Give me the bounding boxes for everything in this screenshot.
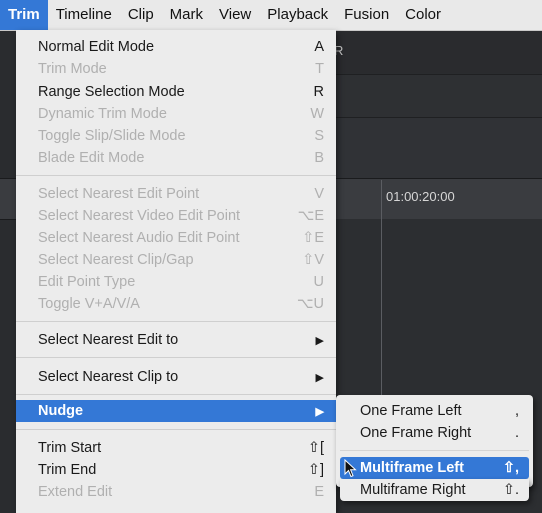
- menu-item-shortcut: ⌥U: [296, 296, 324, 312]
- menu-item-label: Range Selection Mode: [38, 84, 185, 100]
- menu-playback[interactable]: Playback: [259, 0, 336, 30]
- menu-item-label: Trim Start: [38, 440, 102, 456]
- submenu-item-shortcut: ⇧.: [502, 482, 519, 498]
- submenu-arrow-icon: ▶: [315, 371, 324, 384]
- menu-item-label: Edit Point Type: [38, 274, 136, 290]
- menu-timeline[interactable]: Timeline: [48, 0, 120, 30]
- menu-item-edit-point-type: Edit Point Type U: [16, 271, 336, 293]
- menu-item-toggle-slip-slide: Toggle Slip/Slide Mode S: [16, 125, 336, 147]
- menu-item-shortcut: V: [314, 186, 324, 202]
- submenu-item-label: Multiframe Right: [360, 482, 466, 498]
- menu-item-label: Select Nearest Audio Edit Point: [38, 230, 240, 246]
- menu-color[interactable]: Color: [397, 0, 449, 30]
- menu-item-label: Dynamic Trim Mode: [38, 106, 167, 122]
- menu-item-select-nearest-video-edit-point: Select Nearest Video Edit Point ⌥E: [16, 205, 336, 227]
- menu-fusion[interactable]: Fusion: [336, 0, 397, 30]
- toolbar-strip: [320, 74, 542, 117]
- menu-item-select-nearest-clip-gap: Select Nearest Clip/Gap ⇧V: [16, 249, 336, 271]
- menu-item-shortcut: U: [313, 274, 324, 290]
- menu-item-shortcut: ⇧]: [307, 462, 324, 478]
- menu-item-label: Extend Edit: [38, 484, 113, 500]
- menu-item-label: Nudge: [38, 403, 84, 419]
- menu-item-shortcut: ⇧V: [302, 252, 324, 268]
- menu-item-range-selection-mode[interactable]: Range Selection Mode R: [16, 81, 336, 103]
- menu-item-select-nearest-clip-to[interactable]: Select Nearest Clip to ▶: [16, 366, 336, 388]
- menu-item-label: Select Nearest Video Edit Point: [38, 208, 241, 224]
- menu-item-label: Blade Edit Mode: [38, 150, 145, 166]
- menu-item-shortcut: ⌥E: [297, 208, 324, 224]
- menu-separator: [16, 321, 336, 322]
- menu-item-label: Select Nearest Clip/Gap: [38, 252, 194, 268]
- menu-mark[interactable]: Mark: [162, 0, 211, 30]
- menu-item-trim-end[interactable]: Trim End ⇧]: [16, 459, 336, 481]
- menu-item-dynamic-trim-mode: Dynamic Trim Mode W: [16, 103, 336, 125]
- menu-item-label: Select Nearest Edit to: [38, 332, 179, 348]
- submenu-item-shortcut: .: [514, 425, 519, 441]
- menu-item-label: Toggle Slip/Slide Mode: [38, 128, 186, 144]
- menu-item-shortcut: W: [310, 106, 324, 122]
- menu-item-toggle-va: Toggle V+A/V/A ⌥U: [16, 293, 336, 315]
- menu-separator: [16, 175, 336, 176]
- nudge-submenu: One Frame Left , One Frame Right . Multi…: [336, 395, 533, 487]
- menu-separator: [16, 394, 336, 395]
- submenu-item-multiframe-left[interactable]: Multiframe Left ⇧,: [340, 457, 529, 479]
- menu-item-shortcut: B: [314, 150, 324, 166]
- submenu-separator: [340, 450, 529, 451]
- menu-item-label: Trim End: [38, 462, 97, 478]
- menu-view[interactable]: View: [211, 0, 259, 30]
- menu-item-label: Trim Mode: [38, 61, 107, 77]
- submenu-item-shortcut: ⇧,: [502, 460, 519, 476]
- menu-item-label: Normal Edit Mode: [38, 39, 155, 55]
- menu-trim[interactable]: Trim: [0, 0, 48, 30]
- menu-item-shortcut: E: [314, 484, 324, 500]
- menu-item-shortcut: R: [313, 84, 324, 100]
- menu-item-shortcut: ⇧E: [302, 230, 324, 246]
- menu-item-select-nearest-edit-point: Select Nearest Edit Point V: [16, 183, 336, 205]
- submenu-item-one-frame-right[interactable]: One Frame Right .: [340, 422, 529, 444]
- submenu-item-label: One Frame Left: [360, 403, 462, 419]
- toolbar-strip-2: [320, 117, 542, 178]
- submenu-arrow-icon: ▶: [315, 405, 324, 418]
- menu-separator: [16, 429, 336, 430]
- menu-item-shortcut: S: [314, 128, 324, 144]
- menu-separator: [16, 357, 336, 358]
- submenu-item-label: One Frame Right: [360, 425, 472, 441]
- menu-clip[interactable]: Clip: [120, 0, 162, 30]
- menu-item-normal-edit-mode[interactable]: Normal Edit Mode A: [16, 36, 336, 58]
- menu-item-select-nearest-edit-to[interactable]: Select Nearest Edit to ▶: [16, 329, 336, 351]
- submenu-item-shortcut: ,: [514, 403, 519, 419]
- mouse-pointer-icon: [344, 459, 357, 478]
- menu-item-label: Select Nearest Edit Point: [38, 186, 200, 202]
- submenu-item-label: Multiframe Left: [360, 460, 464, 476]
- menu-item-nudge[interactable]: Nudge ▶: [16, 400, 336, 422]
- ruler-timecode: 01:00:20:00: [386, 189, 455, 204]
- menu-item-blade-edit-mode: Blade Edit Mode B: [16, 147, 336, 169]
- menu-item-select-nearest-audio-edit-point: Select Nearest Audio Edit Point ⇧E: [16, 227, 336, 249]
- menu-item-shortcut: A: [314, 39, 324, 55]
- trim-menu: Normal Edit Mode A Trim Mode T Range Sel…: [16, 30, 336, 513]
- menu-bar: Trim Timeline Clip Mark View Playback Fu…: [0, 0, 542, 31]
- menu-item-shortcut: T: [315, 61, 324, 77]
- menu-item-label: Select Nearest Clip to: [38, 369, 179, 385]
- submenu-item-one-frame-left[interactable]: One Frame Left ,: [340, 400, 529, 422]
- viewer-header: [320, 31, 542, 73]
- menu-item-shortcut: ⇧[: [307, 440, 324, 456]
- submenu-arrow-icon: ▶: [315, 334, 324, 347]
- submenu-item-multiframe-right[interactable]: Multiframe Right ⇧.: [340, 479, 529, 501]
- menu-item-trim-mode: Trim Mode T: [16, 58, 336, 80]
- menu-item-trim-start[interactable]: Trim Start ⇧[: [16, 437, 336, 459]
- menu-item-extend-edit: Extend Edit E: [16, 481, 336, 503]
- menu-item-label: Toggle V+A/V/A: [38, 296, 140, 312]
